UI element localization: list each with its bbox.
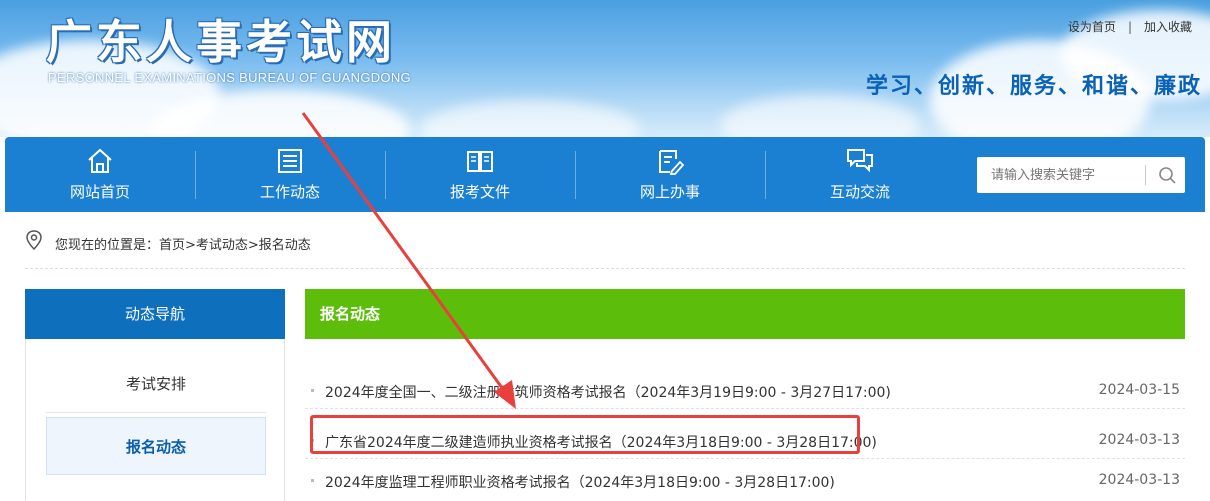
home-icon <box>88 148 112 173</box>
site-slogan: 学习、创新、服务、和谐、廉政 <box>865 74 1202 99</box>
link-separator: | <box>1127 20 1132 34</box>
main-nav: 网站首页 工作动态 报考文件 网上办事 互动交流 请输入搜索关键字 <box>5 137 1205 212</box>
nav-item-work-news[interactable]: 工作动态 <box>195 137 385 212</box>
news-title-link[interactable]: 2024年度监理工程师职业资格考试报名（2024年3月18日9:00 - 3月2… <box>325 472 835 492</box>
bullet-icon <box>311 389 314 392</box>
nav-label: 网站首页 <box>69 183 130 201</box>
list-item[interactable]: 2024年度全国一、二级注册建筑师资格考试报名（2024年3月19日9:00 -… <box>305 366 1185 412</box>
row-divider <box>305 408 1185 409</box>
book-icon <box>467 151 493 172</box>
breadcrumb-divider <box>25 268 1185 269</box>
site-logo-text[interactable]: 广东人事考试网 <box>46 6 396 72</box>
nav-item-home[interactable]: 网站首页 <box>5 137 195 212</box>
top-links: 设为首页 | 加入收藏 <box>1062 18 1198 35</box>
nav-item-interaction[interactable]: 互动交流 <box>765 137 955 212</box>
news-date: 2024-03-15 <box>1098 382 1180 398</box>
chat-icon <box>847 149 873 173</box>
news-date: 2024-03-13 <box>1098 472 1180 488</box>
add-favorite-link[interactable]: 加入收藏 <box>1144 20 1192 34</box>
content-title: 报名动态 <box>305 289 1185 339</box>
search-input[interactable] <box>977 157 1143 193</box>
sidebar-divider <box>46 412 266 413</box>
list-item[interactable]: 2024年度监理工程师职业资格考试报名（2024年3月18日9:00 - 3月2… <box>305 456 1185 501</box>
cloud-decoration <box>720 95 920 137</box>
news-title-link[interactable]: 2024年度全国一、二级注册建筑师资格考试报名（2024年3月19日9:00 -… <box>325 382 891 402</box>
location-pin-icon <box>26 230 42 250</box>
search-divider <box>1145 165 1146 185</box>
cloud-decoration <box>420 100 640 137</box>
nav-item-online-services[interactable]: 网上办事 <box>575 137 765 212</box>
news-icon <box>278 149 302 173</box>
nav-label: 报考文件 <box>449 183 510 201</box>
nav-item-exam-documents[interactable]: 报考文件 <box>385 137 575 212</box>
sidebar-item-registration-news[interactable]: 报名动态 <box>46 417 266 475</box>
breadcrumb-text[interactable]: 您现在的位置是：首页>考试动态>报名动态 <box>55 234 311 253</box>
news-date: 2024-03-13 <box>1098 432 1180 448</box>
search-box <box>977 157 1185 193</box>
site-logo-english: PERSONNEL EXAMINATIONS BUREAU OF GUANGDO… <box>48 70 411 85</box>
sidebar-title: 动态导航 <box>25 289 285 339</box>
highlight-box <box>310 415 860 454</box>
sidebar-item-exam-schedule[interactable]: 考试安排 <box>46 355 266 413</box>
nav-label: 网上办事 <box>639 183 700 201</box>
nav-label: 互动交流 <box>829 183 890 201</box>
set-homepage-link[interactable]: 设为首页 <box>1068 20 1116 34</box>
nav-label: 工作动态 <box>259 183 320 201</box>
form-edit-icon <box>659 150 684 175</box>
search-button[interactable] <box>1149 157 1185 193</box>
bullet-icon <box>311 479 314 482</box>
sidebar-menu: 考试安排 报名动态 <box>25 339 285 501</box>
site-header: 广东人事考试网 PERSONNEL EXAMINATIONS BUREAU OF… <box>0 0 1210 137</box>
search-icon <box>1159 167 1176 184</box>
